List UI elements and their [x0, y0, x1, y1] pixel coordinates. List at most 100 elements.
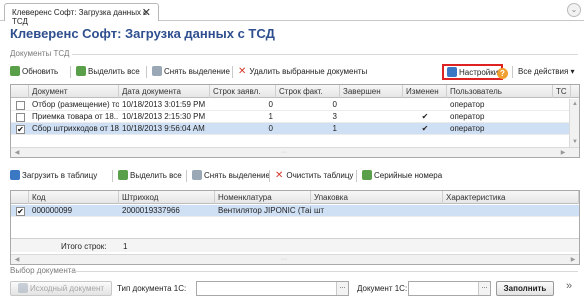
- documents-toolbar: Обновить Выделить все Снять выделение ✕ У…: [10, 64, 580, 80]
- select-all-items-button[interactable]: Выделить все: [118, 168, 182, 184]
- more-chevron-icon[interactable]: »: [566, 280, 572, 292]
- clear-table-button[interactable]: ✕ Очистить таблицу: [275, 168, 353, 184]
- header-check-column: [11, 85, 29, 98]
- scroll-up-icon[interactable]: ▲: [571, 100, 579, 108]
- settings-icon: [447, 67, 457, 77]
- all-actions-menu[interactable]: Все действия ▾: [518, 64, 575, 80]
- page-title: Клеверенс Софт: Загрузка данных с ТСД: [10, 26, 275, 41]
- table-row-selected[interactable]: ✔ Сбор штрихкодов от 18... 10/18/2013 9:…: [11, 123, 579, 135]
- column-header[interactable]: Характеристика: [443, 191, 579, 204]
- close-icon[interactable]: ✕: [142, 6, 151, 19]
- horizontal-scrollbar[interactable]: ◀ ⋯ ▶: [11, 254, 579, 264]
- feature-cell: [443, 205, 579, 217]
- document-cell: Сбор штрихкодов от 18...: [32, 124, 119, 133]
- column-header[interactable]: Дата документа: [119, 85, 210, 98]
- changed-cell: [403, 99, 447, 111]
- toolbar-separator: [112, 170, 113, 182]
- delete-icon: ✕: [275, 170, 284, 181]
- column-header[interactable]: Пользователь: [447, 85, 553, 98]
- row-checkbox-checked[interactable]: ✔: [16, 207, 25, 216]
- column-header[interactable]: Строк факт.: [276, 85, 340, 98]
- toolbar-separator: [512, 66, 513, 78]
- actual-cell: 3: [332, 112, 337, 121]
- column-header[interactable]: Штрихкод: [119, 191, 215, 204]
- total-label: Итого строк:: [61, 242, 107, 251]
- settings-button[interactable]: Настройки: [442, 64, 504, 80]
- item-cell: Вентилятор JIPONIC (Тай...: [218, 206, 311, 215]
- header-check-column: [11, 191, 29, 204]
- row-checkbox-checked[interactable]: ✔: [16, 125, 25, 134]
- help-button[interactable]: ?: [497, 64, 510, 80]
- planned-cell: 1: [268, 112, 273, 121]
- documents-table-header: Документ Дата документа Строк заявл. Стр…: [11, 85, 579, 98]
- planned-cell: 0: [268, 100, 273, 109]
- barcode-cell: 2000019337966: [122, 206, 180, 215]
- doc-1c-input[interactable]: ...: [408, 281, 491, 296]
- vertical-scrollbar[interactable]: ▲ ▼: [569, 99, 579, 147]
- source-document-button[interactable]: Исходный документ: [10, 281, 112, 296]
- document-icon: [17, 283, 28, 293]
- pack-cell: шт: [314, 206, 325, 215]
- column-header[interactable]: ТС ▲: [553, 85, 571, 98]
- column-header[interactable]: Упаковка: [311, 191, 443, 204]
- select-all-icon: [118, 170, 128, 180]
- delete-selected-docs-button[interactable]: ✕ Удалить выбранные документы: [238, 64, 367, 80]
- load-to-table-button[interactable]: Загрузить в таблицу: [10, 168, 97, 184]
- toolbar-separator: [146, 66, 147, 78]
- code-cell: 000000099: [32, 206, 73, 215]
- date-cell: 10/18/2013 3:01:59 PM: [122, 100, 206, 109]
- items-table-header: Код Штрихкод Номенклатура Упаковка Харак…: [11, 191, 579, 204]
- doc-1c-label: Документ 1С:: [357, 284, 408, 293]
- deselect-items-button[interactable]: Снять выделение: [192, 168, 270, 184]
- ellipsis-button[interactable]: ...: [478, 282, 490, 295]
- doc-type-input[interactable]: ...: [196, 281, 349, 296]
- ellipsis-button[interactable]: ...: [336, 282, 348, 295]
- row-checkbox[interactable]: [16, 113, 25, 122]
- tab-load-data[interactable]: Клеверенс Софт: Загрузка данных с ТСД ✕: [4, 3, 159, 26]
- scroll-thumb-grip[interactable]: ⋯: [281, 149, 287, 156]
- scroll-down-icon[interactable]: ▼: [571, 138, 579, 146]
- column-header[interactable]: Код: [29, 191, 119, 204]
- select-all-docs-button[interactable]: Выделить все: [76, 64, 140, 80]
- row-checkbox[interactable]: [16, 101, 25, 110]
- table-row[interactable]: Приемка товара от 18.... 10/18/2013 2:15…: [11, 111, 579, 123]
- column-header[interactable]: Номенклатура: [215, 191, 311, 204]
- fill-button[interactable]: Заполнить: [496, 281, 554, 296]
- column-header[interactable]: Завершен: [340, 85, 403, 98]
- group-divider: [72, 54, 578, 55]
- deselect-icon: [192, 170, 202, 180]
- user-cell: оператор: [450, 124, 485, 133]
- help-icon: ?: [497, 68, 508, 79]
- serial-numbers-button[interactable]: Серийные номера: [362, 168, 442, 184]
- changed-cell: ✔: [421, 112, 429, 121]
- scroll-left-icon[interactable]: ◀: [13, 256, 21, 264]
- column-header[interactable]: Документ: [29, 85, 119, 98]
- deselect-docs-button[interactable]: Снять выделение: [152, 64, 230, 80]
- scroll-left-icon[interactable]: ◀: [13, 149, 21, 157]
- scroll-right-icon[interactable]: ▶: [559, 149, 567, 157]
- items-toolbar: Загрузить в таблицу Выделить все Снять в…: [10, 168, 580, 184]
- doc-type-label: Тип документа 1С:: [117, 284, 187, 293]
- tab-title: Клеверенс Софт: Загрузка данных с ТСД: [12, 8, 148, 26]
- table-row[interactable]: Отбор (размещение) то... 10/18/2013 3:01…: [11, 99, 579, 111]
- table-row-selected[interactable]: ✔ 000000099 2000019337966 Вентилятор JIP…: [11, 205, 579, 217]
- refresh-button[interactable]: Обновить: [10, 64, 58, 80]
- column-header[interactable]: Строк заявл.: [210, 85, 276, 98]
- toolbar-separator: [232, 66, 233, 78]
- changed-cell: ✔: [421, 124, 429, 133]
- column-header[interactable]: Изменен: [403, 85, 447, 98]
- date-cell: 10/18/2013 9:56:04 AM: [122, 124, 205, 133]
- toolbar-separator: [186, 170, 187, 182]
- scroll-thumb-grip[interactable]: ⋯: [281, 256, 287, 263]
- toolbar-separator: [269, 170, 270, 182]
- window-menu-button[interactable]: ⌄: [567, 3, 581, 17]
- planned-cell: 0: [268, 124, 273, 133]
- toolbar-separator: [70, 66, 71, 78]
- document-cell: Отбор (размещение) то...: [32, 100, 119, 109]
- group-divider: [70, 271, 578, 272]
- download-icon: [10, 170, 20, 180]
- doc-choice-group-label: Выбор документа: [10, 266, 76, 275]
- refresh-icon: [10, 66, 20, 76]
- scroll-right-icon[interactable]: ▶: [569, 256, 577, 264]
- horizontal-scrollbar[interactable]: ◀ ⋯ ▶: [11, 147, 579, 157]
